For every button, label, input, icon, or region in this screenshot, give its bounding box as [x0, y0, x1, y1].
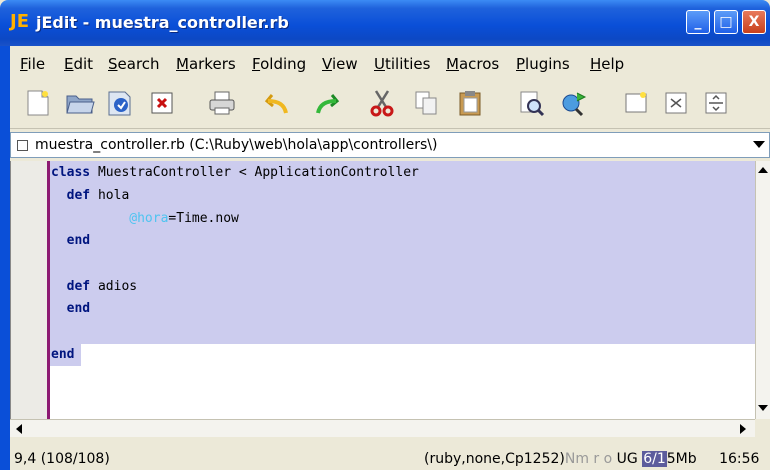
code-line: end — [51, 301, 91, 316]
minimize-button[interactable]: _ — [686, 10, 710, 34]
code-line: end — [51, 233, 91, 248]
maximize-button[interactable]: □ — [714, 10, 738, 34]
buffer-status-icon — [17, 140, 28, 151]
copy-icon[interactable] — [410, 87, 442, 119]
menu-file[interactable]: File — [20, 55, 45, 73]
scroll-down-arrow-icon[interactable] — [758, 405, 768, 411]
text-area[interactable]: class MuestraController < ApplicationCon… — [10, 161, 756, 419]
menu-plugins[interactable]: Plugins — [516, 55, 570, 73]
status-flags[interactable]: Nm r o — [565, 451, 612, 467]
close-window-button[interactable]: X — [742, 10, 766, 34]
toolbar — [10, 82, 770, 126]
code-line: def hola — [51, 188, 130, 203]
buffer-mode[interactable]: (ruby,none,Cp1252) — [424, 451, 565, 467]
memory-label: 5Mb — [666, 451, 697, 467]
cut-icon[interactable] — [366, 87, 398, 119]
scroll-right-arrow-icon[interactable] — [740, 424, 746, 434]
find-next-icon[interactable] — [558, 87, 590, 119]
chevron-down-icon[interactable] — [753, 141, 765, 148]
menu-folding[interactable]: Folding — [252, 55, 306, 73]
menu-search[interactable]: Search — [108, 55, 160, 73]
toolbar-separator — [10, 128, 770, 129]
split-horizontal-icon[interactable] — [660, 87, 692, 119]
vertical-scrollbar[interactable] — [755, 161, 770, 419]
buffer-switcher[interactable]: muestra_controller.rb (C:\Ruby\web\hola\… — [10, 132, 770, 158]
open-folder-icon[interactable] — [64, 87, 96, 119]
title-bar[interactable]: JE jEdit - muestra_controller.rb _ □ X — [0, 0, 770, 46]
close-buffer-icon[interactable] — [146, 87, 178, 119]
menu-view[interactable]: View — [322, 55, 358, 73]
menu-help[interactable]: Help — [590, 55, 624, 73]
text-selection — [50, 161, 756, 344]
status-bar: 9,4 (108/108) (ruby,none,Cp1252)Nm r o U… — [10, 443, 770, 470]
scroll-left-arrow-icon[interactable] — [16, 424, 22, 434]
window-title: jEdit - muestra_controller.rb — [36, 13, 289, 32]
buffer-path: muestra_controller.rb (C:\Ruby\web\hola\… — [35, 137, 438, 153]
window-frame-left — [0, 46, 10, 470]
code-line: end — [51, 347, 75, 362]
paste-icon[interactable] — [454, 87, 486, 119]
horizontal-scrollbar[interactable] — [10, 419, 755, 437]
menu-markers[interactable]: Markers — [176, 55, 236, 73]
menu-bar: File Edit Search Markers Folding View Ut… — [10, 50, 770, 78]
reload-icon[interactable] — [104, 87, 136, 119]
find-icon[interactable] — [516, 87, 548, 119]
new-file-icon[interactable] — [22, 87, 54, 119]
caret-position[interactable]: 9,4 (108/108) — [14, 451, 110, 467]
print-icon[interactable] — [206, 87, 238, 119]
code-line: @hora=Time.now — [129, 211, 239, 226]
jedit-app-icon: JE — [10, 11, 29, 32]
scroll-up-arrow-icon[interactable] — [758, 167, 768, 173]
code-line: class MuestraController < ApplicationCon… — [51, 165, 419, 180]
menu-macros[interactable]: Macros — [446, 55, 499, 73]
undo-icon[interactable] — [262, 87, 294, 119]
redo-icon[interactable] — [310, 87, 342, 119]
clock: 16:56 — [719, 451, 760, 467]
gutter[interactable] — [11, 161, 47, 419]
code-line: def adios — [51, 279, 138, 294]
status-right: (ruby,none,Cp1252)Nm r o UG 6/15Mb 16:56 — [424, 451, 759, 467]
status-ug[interactable]: UG — [617, 451, 638, 467]
menu-edit[interactable]: Edit — [64, 55, 93, 73]
new-view-icon[interactable] — [620, 87, 652, 119]
menu-utilities[interactable]: Utilities — [374, 55, 430, 73]
memory-bar[interactable]: 6/1 — [642, 451, 667, 467]
unsplit-icon[interactable] — [700, 87, 732, 119]
